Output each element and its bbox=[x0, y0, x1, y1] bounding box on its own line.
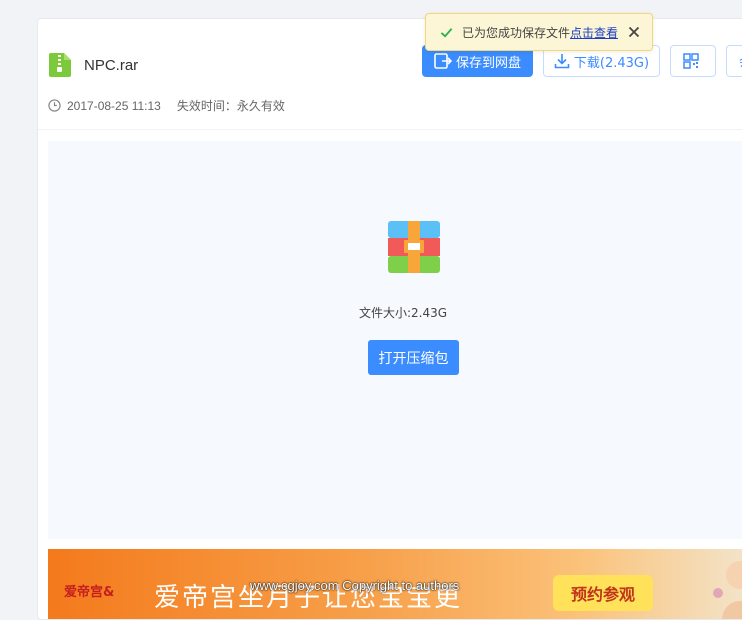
save-button-label: 保存到网盘 bbox=[455, 55, 521, 71]
open-archive-button[interactable]: 打开压缩包 bbox=[368, 340, 459, 375]
archive-preview-panel: 文件大小:2.43G 打开压缩包 bbox=[48, 141, 742, 539]
download-icon bbox=[554, 54, 570, 69]
archive-icon bbox=[388, 221, 440, 273]
file-meta: 2017-08-25 11:13 失效时间：永久有效 bbox=[48, 97, 285, 114]
more-button[interactable]: 会 bbox=[726, 45, 742, 77]
close-icon[interactable] bbox=[628, 26, 640, 38]
expire-time: 失效时间：永久有效 bbox=[176, 99, 285, 113]
qrcode-icon bbox=[683, 53, 699, 69]
qrcode-button[interactable] bbox=[670, 45, 716, 77]
save-icon bbox=[434, 53, 452, 69]
download-button-label: 下载(2.43G) bbox=[573, 55, 650, 71]
watermark: www.cgjoy.com Copyright to authors bbox=[250, 578, 460, 593]
file-name: NPC.rar bbox=[84, 57, 139, 74]
file-size: 文件大小:2.43G bbox=[358, 306, 448, 320]
toast-message: 已为您成功保存文件 bbox=[462, 25, 571, 40]
banner-logo: 爱帝宫& bbox=[64, 585, 115, 600]
baby-figure-icon bbox=[713, 561, 742, 619]
upload-date: 2017-08-25 11:13 bbox=[67, 98, 161, 113]
save-success-toast: 已为您成功保存文件 点击查看 bbox=[425, 13, 653, 51]
clock-icon bbox=[48, 99, 61, 112]
toast-view-link[interactable]: 点击查看 bbox=[570, 24, 618, 41]
check-icon bbox=[440, 27, 453, 38]
header-divider bbox=[38, 129, 742, 130]
banner-cta-button[interactable]: 预约参观 bbox=[553, 575, 653, 611]
zip-file-icon bbox=[49, 53, 71, 77]
file-share-card: NPC.rar 2017-08-25 11:13 失效时间：永久有效 保存到网盘… bbox=[37, 18, 742, 620]
